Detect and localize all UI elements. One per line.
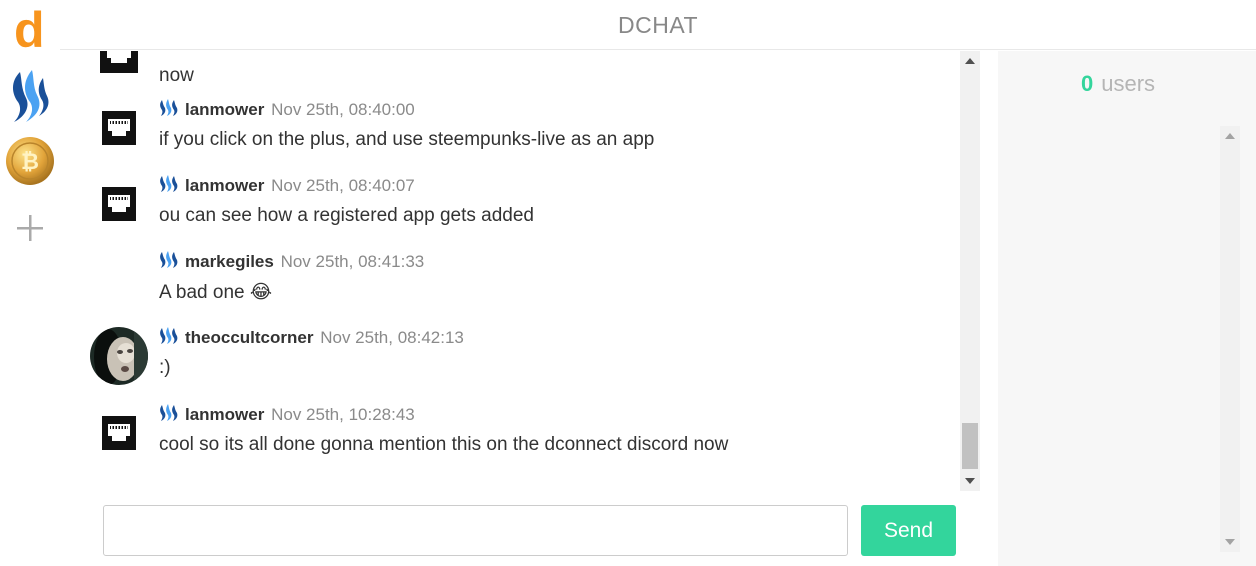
plus-icon [17,215,43,241]
page-title: DCHAT [617,12,698,38]
scroll-down-icon[interactable] [965,478,975,484]
steem-icon [160,251,178,268]
steem-icon [160,99,178,116]
message-text: ou can see how a registered app gets add… [159,205,534,226]
d-logo-icon[interactable]: d [14,2,45,58]
steem-icon [160,327,178,344]
message-username[interactable]: lanmower [185,405,264,424]
message-username[interactable]: markegiles [185,252,274,271]
app-sidebar: d ₿ [0,0,60,566]
message-timestamp: Nov 25th, 10:28:43 [271,405,415,424]
message-text: now [159,65,194,86]
users-label: users [1101,71,1156,96]
message-text: :) [159,357,171,378]
users-panel: 0 users [998,51,1256,566]
message-username[interactable]: theoccultcorner [185,328,313,347]
scroll-up-icon[interactable] [965,58,975,64]
chat-header: DCHAT [60,0,1256,50]
message-meta: lanmower Nov 25th, 08:40:07 [159,175,415,196]
ethernet-icon [90,404,148,462]
message-text: if you click on the plus, and use steemp… [159,129,655,150]
ethernet-icon [90,99,148,157]
message-username[interactable]: lanmower [185,100,264,119]
ethernet-icon [90,175,148,233]
user-photo-icon [90,327,148,385]
message-username[interactable]: lanmower [185,176,264,195]
message-meta: theoccultcorner Nov 25th, 08:42:13 [159,327,464,348]
ethernet-icon [90,51,148,83]
scrollbar-thumb[interactable] [962,423,978,469]
message-timestamp: Nov 25th, 08:41:33 [280,252,425,271]
user-avatar[interactable] [90,327,148,385]
users-scrollbar[interactable] [1220,126,1240,552]
message-timestamp: Nov 25th, 08:42:13 [320,328,464,347]
message-list: now lanmower Nov 25th, 08:40:00 if you c… [60,51,960,491]
message-input[interactable] [103,505,848,556]
message-text: A bad one 😂 [159,282,273,303]
send-button[interactable]: Send [861,505,956,556]
message-meta: lanmower Nov 25th, 10:28:43 [159,404,415,425]
message-meta: lanmower Nov 25th, 08:40:00 [159,99,415,120]
steem-icon [160,404,178,421]
add-app-button[interactable] [14,206,46,246]
scroll-up-icon[interactable] [1225,133,1235,139]
steem-logo-icon[interactable] [6,68,52,124]
users-count-line: 0 users [998,71,1238,97]
message-meta: markegiles Nov 25th, 08:41:33 [159,251,424,272]
message-timestamp: Nov 25th, 08:40:07 [271,176,415,195]
scroll-down-icon[interactable] [1225,539,1235,545]
bitcoin-logo-icon[interactable]: ₿ [5,136,55,186]
message-scrollbar[interactable] [960,51,980,491]
users-count: 0 [1080,71,1094,96]
svg-text:₿: ₿ [21,150,39,175]
message-text: cool so its all done gonna mention this … [159,434,729,455]
steem-icon [160,175,178,192]
message-timestamp: Nov 25th, 08:40:00 [271,100,415,119]
